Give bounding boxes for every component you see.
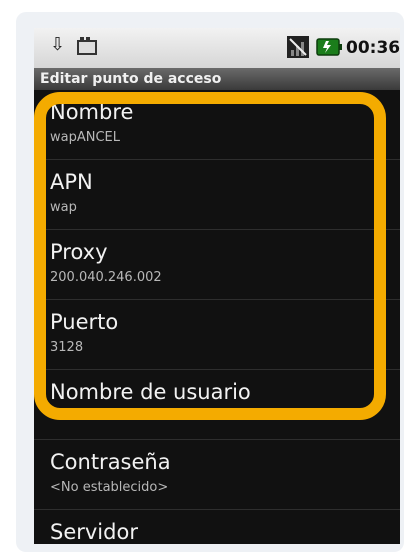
setting-value: wapANCEL — [50, 130, 121, 145]
setting-title: APN — [50, 170, 93, 194]
screen-title: Editar punto de acceso — [34, 68, 400, 90]
setting-value: 3128 — [50, 340, 84, 355]
status-bar: ⇩ 00:36 — [34, 28, 400, 69]
setting-title: Nombre — [50, 100, 134, 124]
setting-value: 200.040.246.002 — [50, 270, 162, 285]
setting-servidor[interactable]: Servidor — [34, 510, 400, 544]
setting-title: Servidor — [50, 520, 138, 544]
setting-title: Nombre de usuario — [50, 380, 251, 404]
no-signal-icon — [287, 36, 309, 58]
photo-icon — [76, 36, 98, 56]
setting-title: Puerto — [50, 310, 119, 334]
setting-title: Contraseña — [50, 450, 171, 474]
setting-nombre-de-usuario[interactable]: Nombre de usuario — [34, 370, 400, 440]
setting-value: wap — [50, 200, 77, 215]
download-icon: ⇩ — [50, 34, 66, 55]
setting-value: <No establecido> — [50, 480, 169, 495]
setting-contrasena[interactable]: Contraseña <No establecido> — [34, 440, 400, 510]
battery-charging-icon — [316, 38, 342, 56]
setting-proxy[interactable]: Proxy 200.040.246.002 — [34, 230, 400, 300]
phone-screen: ⇩ 00:36 Editar punto de acceso Nombre wa… — [34, 28, 400, 544]
setting-puerto[interactable]: Puerto 3128 — [34, 300, 400, 370]
setting-nombre[interactable]: Nombre wapANCEL — [34, 90, 400, 160]
status-time: 00:36 — [346, 38, 400, 58]
setting-title: Proxy — [50, 240, 108, 264]
setting-apn[interactable]: APN wap — [34, 160, 400, 230]
